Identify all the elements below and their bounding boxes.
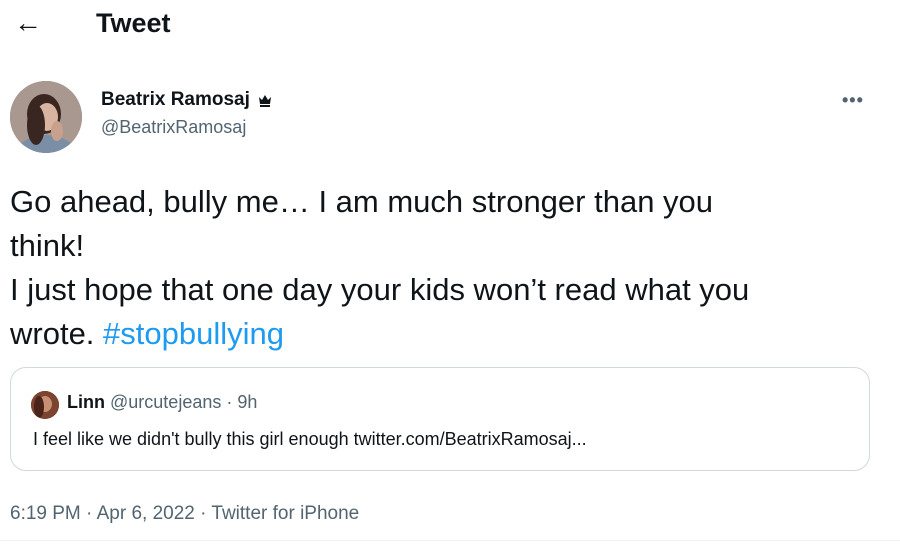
tweet-line-4: wrote. [10,316,104,351]
page-title: Tweet [96,8,171,38]
author-handle[interactable]: @BeatrixRamosaj [101,117,246,138]
quoted-header: Linn @urcutejeans · 9h [67,392,257,413]
author-display-name: Beatrix Ramosaj [101,89,250,110]
quoted-avatar-image [31,391,59,419]
quoted-tweet-card[interactable]: Linn @urcutejeans · 9h I feel like we di… [10,367,870,471]
tweet-body: Go ahead, bully me… I am much stronger t… [10,180,880,356]
divider [0,540,900,541]
quoted-avatar [31,391,59,419]
crown-icon [258,95,271,107]
author-name-row[interactable]: Beatrix Ramosaj [101,89,273,111]
quoted-handle-time: @urcutejeans · 9h [110,392,258,412]
tweet-metadata: 6:19 PM · Apr 6, 2022 · Twitter for iPho… [10,503,359,525]
more-options-icon[interactable]: ••• [842,90,864,111]
tweet-date[interactable]: Apr 6, 2022 [97,503,195,524]
tweet-line-1: Go ahead, bully me… I am much stronger t… [10,184,714,219]
tweet-line-2: think! [10,228,85,263]
meta-separator: · [194,503,212,524]
tweet-source[interactable]: Twitter for iPhone [211,503,359,524]
meta-separator: · [80,503,97,524]
author-avatar[interactable] [10,81,82,153]
quoted-text: I feel like we didn't bully this girl en… [33,429,587,449]
avatar-image [10,81,82,153]
quoted-author-name: Linn [67,392,105,412]
hashtag-link[interactable]: #stopbullying [103,316,284,351]
tweet-line-3: I just hope that one day your kids won’t… [10,272,750,307]
top-bar: ← Tweet [0,0,900,50]
tweet-time[interactable]: 6:19 PM [10,503,81,524]
back-arrow-icon[interactable]: ← [14,9,46,38]
